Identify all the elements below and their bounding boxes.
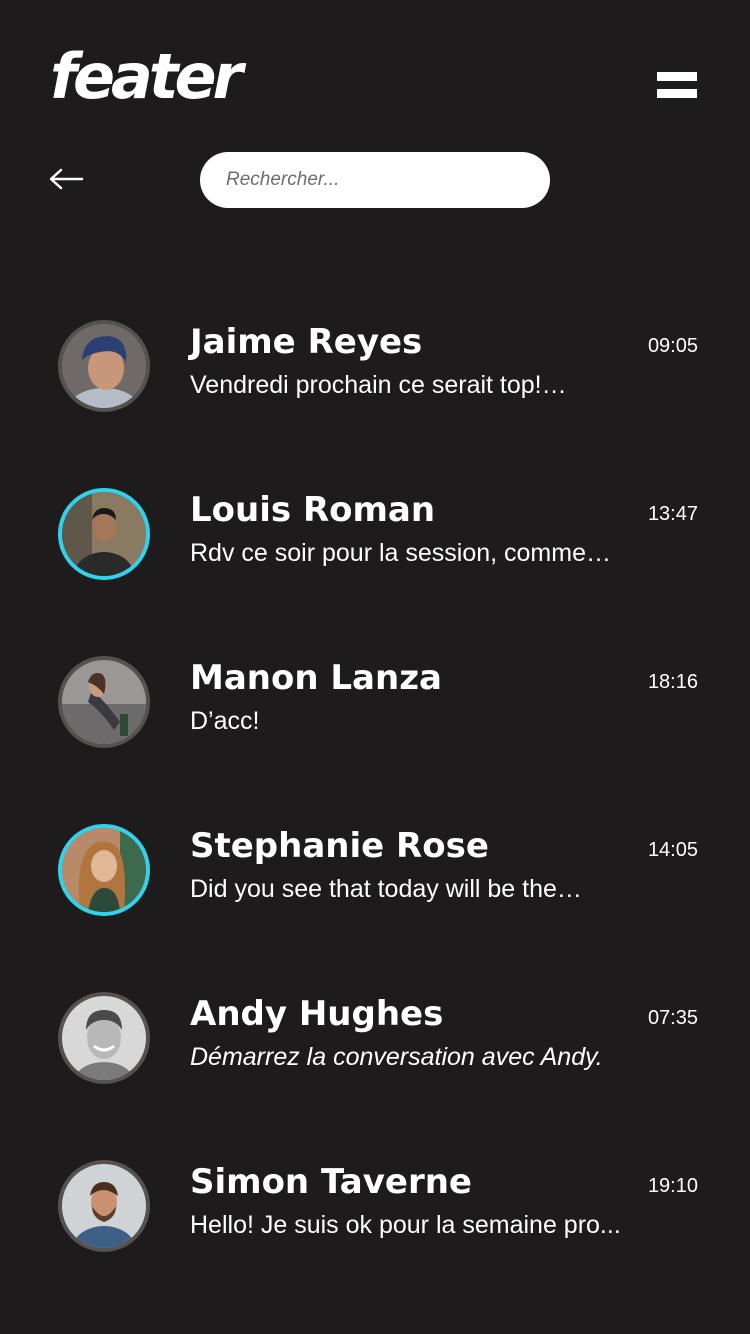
avatar bbox=[58, 1160, 150, 1252]
conversation-item[interactable]: Andy Hughes Démarrez la conversation ave… bbox=[0, 992, 750, 1160]
search-input[interactable] bbox=[200, 152, 550, 208]
menu-bar bbox=[657, 89, 697, 98]
conversation-item[interactable]: Manon Lanza D’acc! 18:16 bbox=[0, 656, 750, 824]
menu-bar bbox=[657, 72, 697, 81]
conversation-item[interactable]: Stephanie Rose Did you see that today wi… bbox=[0, 824, 750, 992]
avatar bbox=[58, 320, 150, 412]
message-preview: Démarrez la conversation avec Andy. bbox=[190, 1043, 603, 1071]
contact-name: Andy Hughes bbox=[190, 994, 444, 1034]
message-preview: Hello! Je suis ok pour la semaine pro... bbox=[190, 1211, 621, 1239]
contact-name: Louis Roman bbox=[190, 490, 436, 530]
hamburger-menu-icon[interactable] bbox=[657, 72, 697, 98]
message-preview: D’acc! bbox=[190, 707, 260, 735]
arrow-left-icon[interactable] bbox=[48, 166, 84, 192]
contact-name: Manon Lanza bbox=[190, 658, 442, 698]
contact-name: Stephanie Rose bbox=[190, 826, 489, 866]
message-preview: Did you see that today will be the… bbox=[190, 875, 582, 903]
message-time: 18:16 bbox=[647, 671, 698, 693]
message-time: 19:10 bbox=[647, 1175, 698, 1197]
contact-name: Jaime Reyes bbox=[190, 322, 423, 362]
message-time: 07:35 bbox=[647, 1007, 698, 1029]
message-time: 14:05 bbox=[647, 839, 698, 861]
conversation-item[interactable]: Jaime Reyes Vendredi prochain ce serait … bbox=[0, 320, 750, 488]
avatar bbox=[58, 992, 150, 1084]
message-time: 09:05 bbox=[647, 335, 698, 357]
app-logo: feater bbox=[50, 40, 243, 113]
contact-name: Simon Taverne bbox=[190, 1162, 472, 1202]
conversation-item[interactable]: Simon Taverne Hello! Je suis ok pour la … bbox=[0, 1160, 750, 1328]
avatar bbox=[58, 824, 150, 916]
message-time: 13:47 bbox=[647, 503, 698, 525]
avatar bbox=[58, 656, 150, 748]
avatar bbox=[58, 488, 150, 580]
conversation-item[interactable]: Louis Roman Rdv ce soir pour la session,… bbox=[0, 488, 750, 656]
message-preview: Vendredi prochain ce serait top!… bbox=[190, 371, 567, 399]
message-preview: Rdv ce soir pour la session, comme… bbox=[190, 539, 611, 567]
